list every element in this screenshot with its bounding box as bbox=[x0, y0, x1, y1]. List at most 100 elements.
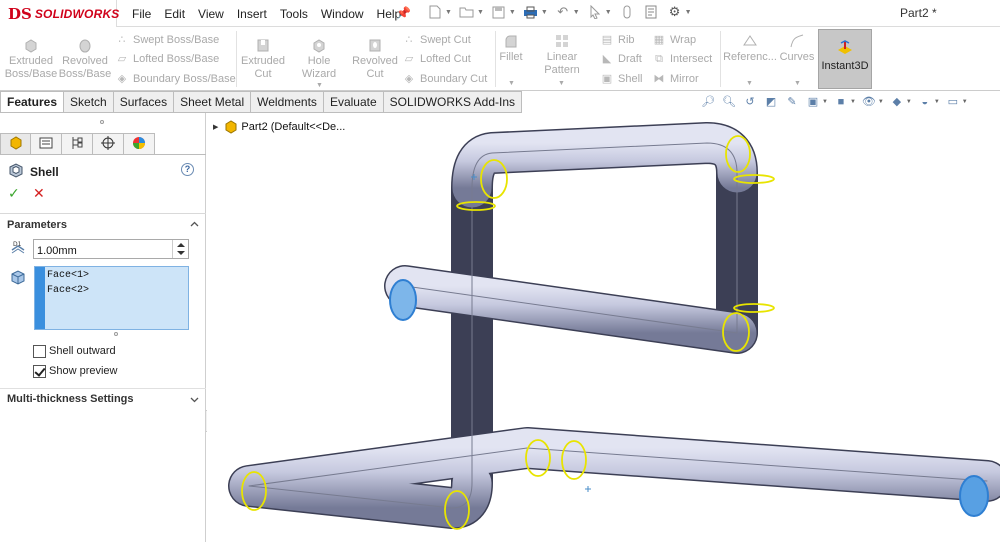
menu-insert[interactable]: Insert bbox=[237, 7, 267, 21]
list-resize-grip[interactable] bbox=[114, 332, 118, 336]
rib-button[interactable]: ▤ Rib bbox=[600, 33, 635, 47]
faces-to-remove-list[interactable]: Face<1> Face<2> bbox=[34, 266, 189, 330]
part-root-label[interactable]: Part2 (Default<<De... bbox=[241, 121, 345, 133]
print-dropdown-icon[interactable]: ▼ bbox=[541, 9, 548, 16]
zoom-to-fit-icon[interactable]: 🔎︎ bbox=[700, 95, 716, 109]
show-preview-checkbox[interactable] bbox=[33, 365, 46, 378]
reference-dropdown-icon[interactable]: ▼ bbox=[746, 77, 753, 90]
tab-configuration-manager[interactable] bbox=[62, 133, 93, 155]
view-orientation-icon[interactable]: ▣ bbox=[805, 95, 821, 109]
linear-pattern-button[interactable]: Linear Pattern ▼ bbox=[528, 33, 596, 87]
shell-button[interactable]: ▣ Shell bbox=[600, 72, 643, 86]
display-style-dropdown-icon[interactable]: ▼ bbox=[850, 99, 856, 105]
instant3d-button[interactable]: Instant3D bbox=[818, 29, 872, 89]
collapse-parameters-icon[interactable] bbox=[190, 220, 199, 229]
pin-menu-icon[interactable]: 📌 bbox=[396, 6, 411, 20]
draft-button[interactable]: ◣ Draft bbox=[600, 52, 642, 66]
dynamic-annotation-icon[interactable]: ✎ bbox=[784, 95, 800, 109]
selected-end-face[interactable] bbox=[389, 279, 417, 321]
tab-features[interactable]: Features bbox=[0, 91, 65, 113]
new-icon[interactable] bbox=[426, 3, 444, 21]
solidworks-logo[interactable]: DS SOLIDWORKS bbox=[0, 0, 119, 27]
hide-show-icon[interactable]: 👁︎ bbox=[861, 95, 877, 109]
part-3d-model[interactable] bbox=[207, 113, 1000, 542]
options-icon[interactable]: ⚙ bbox=[666, 3, 684, 21]
display-style-icon[interactable]: ■ bbox=[833, 95, 849, 109]
panel-grip[interactable] bbox=[100, 120, 104, 124]
spin-down-icon[interactable] bbox=[177, 251, 185, 255]
apply-scene-dropdown-icon[interactable]: ▼ bbox=[934, 99, 940, 105]
curves-button[interactable]: Curves ▼ bbox=[778, 33, 816, 87]
selected-end-face[interactable] bbox=[959, 475, 989, 517]
tab-surfaces[interactable]: Surfaces bbox=[113, 91, 175, 113]
tab-display-manager[interactable] bbox=[124, 133, 155, 155]
select-dropdown-icon[interactable]: ▼ bbox=[605, 9, 612, 16]
file-properties-icon[interactable] bbox=[642, 3, 660, 21]
menu-window[interactable]: Window bbox=[321, 7, 364, 21]
multi-thickness-header[interactable]: Multi-thickness Settings bbox=[7, 393, 134, 405]
expand-multi-thickness-icon[interactable] bbox=[190, 395, 199, 404]
save-dropdown-icon[interactable]: ▼ bbox=[509, 9, 516, 16]
tab-property-manager[interactable] bbox=[31, 133, 62, 155]
tab-evaluate[interactable]: Evaluate bbox=[323, 91, 384, 113]
tab-weldments[interactable]: Weldments bbox=[251, 91, 324, 113]
undo-icon[interactable]: ↶ bbox=[554, 3, 572, 21]
curves-dropdown-icon[interactable]: ▼ bbox=[794, 77, 801, 90]
spin-up-icon[interactable] bbox=[177, 243, 185, 247]
hide-show-dropdown-icon[interactable]: ▼ bbox=[878, 99, 884, 105]
extruded-boss-button[interactable]: Extruded Boss/Base bbox=[4, 37, 58, 81]
select-icon[interactable] bbox=[586, 3, 604, 21]
print-icon[interactable] bbox=[522, 3, 540, 21]
menu-file[interactable]: File bbox=[132, 7, 151, 21]
fillet-dropdown-icon[interactable]: ▼ bbox=[508, 77, 515, 90]
tab-sketch[interactable]: Sketch bbox=[64, 91, 114, 113]
zoom-to-area-icon[interactable]: 🔍︎ bbox=[721, 95, 737, 109]
menu-tools[interactable]: Tools bbox=[280, 7, 308, 21]
apply-scene-icon[interactable]: ◒ bbox=[917, 95, 933, 109]
swept-cut-button[interactable]: ∴ Swept Cut bbox=[402, 33, 471, 47]
previous-view-icon[interactable]: ↺ bbox=[742, 95, 758, 109]
tab-solidworks-add-ins[interactable]: SOLIDWORKS Add-Ins bbox=[383, 91, 523, 113]
help-icon[interactable]: ? bbox=[181, 163, 194, 176]
expand-arrow-icon[interactable]: ▶ bbox=[213, 123, 218, 131]
lofted-cut-button[interactable]: ▱ Lofted Cut bbox=[402, 52, 471, 66]
display-pane-dropdown-icon[interactable]: ▼ bbox=[962, 99, 968, 105]
tab-dimxpert-manager[interactable] bbox=[93, 133, 124, 155]
tab-feature-manager[interactable] bbox=[0, 133, 31, 155]
thickness-spinner[interactable] bbox=[172, 240, 188, 258]
edit-appearance-dropdown-icon[interactable]: ▼ bbox=[906, 99, 912, 105]
ok-button[interactable]: ✓ bbox=[8, 185, 20, 202]
swept-boss-button[interactable]: ∴ Swept Boss/Base bbox=[115, 33, 220, 47]
shell-outward-checkbox[interactable] bbox=[33, 345, 46, 358]
revolved-cut-button[interactable]: Revolved Cut bbox=[350, 37, 400, 81]
face-item[interactable]: Face<2> bbox=[47, 285, 89, 296]
hole-wizard-button[interactable]: Hole Wizard ▼ bbox=[290, 37, 348, 89]
reference-geometry-button[interactable]: Referenc... ▼ bbox=[722, 33, 778, 87]
open-icon[interactable] bbox=[458, 3, 476, 21]
linear-pattern-dropdown-icon[interactable]: ▼ bbox=[558, 77, 565, 90]
new-dropdown-icon[interactable]: ▼ bbox=[445, 9, 452, 16]
rebuild-icon[interactable] bbox=[618, 3, 636, 21]
boundary-cut-button[interactable]: ◈ Boundary Cut bbox=[402, 72, 488, 86]
lofted-boss-button[interactable]: ▱ Lofted Boss/Base bbox=[115, 52, 219, 66]
face-item[interactable]: Face<1> bbox=[47, 270, 89, 281]
tab-sheet-metal[interactable]: Sheet Metal bbox=[174, 91, 252, 113]
intersect-button[interactable]: ⧉ Intersect bbox=[652, 52, 712, 66]
edit-appearance-icon[interactable]: ◆ bbox=[889, 95, 905, 109]
section-view-icon[interactable]: ◩ bbox=[763, 95, 779, 109]
open-dropdown-icon[interactable]: ▼ bbox=[477, 9, 484, 16]
options-dropdown-icon[interactable]: ▼ bbox=[685, 9, 692, 16]
wrap-button[interactable]: ▦ Wrap bbox=[652, 33, 696, 47]
parameters-header[interactable]: Parameters bbox=[7, 219, 67, 231]
save-icon[interactable] bbox=[490, 3, 508, 21]
revolved-boss-button[interactable]: Revolved Boss/Base bbox=[58, 37, 112, 81]
display-pane-icon[interactable]: ▭ bbox=[945, 95, 961, 109]
menu-view[interactable]: View bbox=[198, 7, 224, 21]
fillet-button[interactable]: Fillet ▼ bbox=[496, 33, 526, 87]
thickness-input[interactable] bbox=[33, 239, 189, 259]
mirror-button[interactable]: ⧓ Mirror bbox=[652, 72, 699, 86]
boundary-boss-button[interactable]: ◈ Boundary Boss/Base bbox=[115, 72, 236, 86]
menu-edit[interactable]: Edit bbox=[164, 7, 185, 21]
extruded-cut-button[interactable]: Extruded Cut bbox=[238, 37, 288, 81]
cancel-button[interactable]: ✕ bbox=[33, 185, 45, 202]
